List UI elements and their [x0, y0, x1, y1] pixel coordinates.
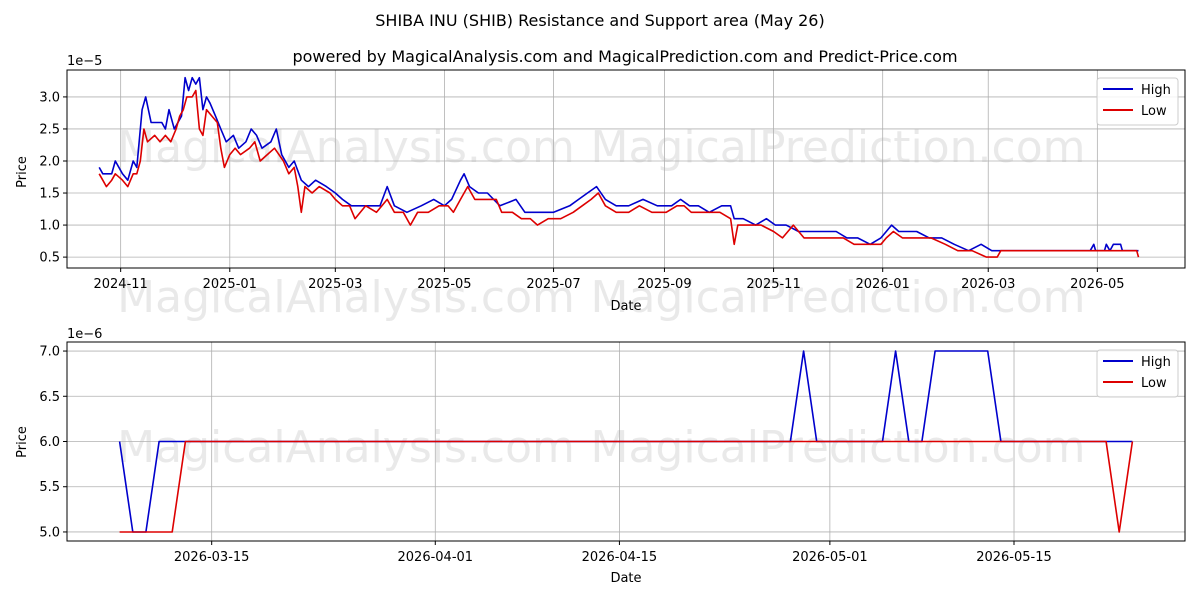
- bottom-y-tick-label: 5.5: [39, 480, 60, 495]
- top-x-axis-label: Date: [610, 299, 641, 314]
- top-y-tick-label: 3.0: [39, 90, 60, 105]
- top-y-tick-label: 2.5: [39, 122, 60, 137]
- top-x-tick-label: 2026-01: [856, 277, 910, 292]
- figure: MagicalAnalysis.com MagicalPrediction.co…: [0, 0, 1200, 600]
- bottom-y-tick-label: 6.5: [39, 390, 60, 405]
- top-x-tick-label: 2025-01: [203, 277, 257, 292]
- bottom-x-axis-label: Date: [610, 571, 641, 586]
- top-x-tick-label: 2025-07: [526, 277, 580, 292]
- bottom-legend-low-label: Low: [1141, 376, 1167, 391]
- bottom-y-tick-label: 5.0: [39, 525, 60, 540]
- top-scale-label: 1e−5: [67, 54, 102, 69]
- figure-title: SHIBA INU (SHIB) Resistance and Support …: [375, 11, 824, 30]
- top-y-axis-label: Price: [15, 156, 30, 188]
- top-legend: High Low: [1096, 77, 1179, 126]
- bottom-scale-label: 1e−6: [67, 327, 102, 342]
- top-y-tick-label: 1.5: [39, 187, 60, 202]
- bottom-y-tick-label: 7.0: [39, 345, 60, 360]
- bottom-y-axis-label: Price: [15, 426, 30, 458]
- top-legend-high-label: High: [1141, 83, 1171, 98]
- bottom-x-tick-label: 2026-04-01: [398, 550, 474, 565]
- top-y-tick-label: 0.5: [39, 251, 60, 266]
- bottom-legend: High Low: [1096, 349, 1179, 398]
- bottom-x-tick-label: 2026-05-15: [976, 550, 1052, 565]
- bottom-y-tick-label: 6.0: [39, 435, 60, 450]
- figure-subtitle: powered by MagicalAnalysis.com and Magic…: [292, 47, 957, 66]
- watermark-bottom-left: MagicalAnalysis.com: [117, 422, 575, 473]
- top-y-tick-label: 2.0: [39, 154, 60, 169]
- top-x-tick-label: 2025-09: [637, 277, 691, 292]
- top-x-tick-label: 2024-11: [93, 277, 147, 292]
- bottom-x-tick-label: 2026-04-15: [582, 550, 658, 565]
- top-y-tick-label: 1.0: [39, 219, 60, 234]
- watermark-top-left: MagicalAnalysis.com: [117, 122, 575, 173]
- top-x-tick-label: 2026-03: [961, 277, 1015, 292]
- top-legend-low-label: Low: [1141, 104, 1167, 119]
- top-x-tick-label: 2025-05: [417, 277, 471, 292]
- bottom-x-tick-label: 2026-03-15: [174, 550, 250, 565]
- top-x-tick-label: 2025-03: [308, 277, 362, 292]
- watermark-bottom-right: MagicalPrediction.com: [591, 422, 1086, 473]
- top-x-tick-label: 2025-11: [746, 277, 800, 292]
- bottom-x-tick-label: 2026-05-01: [792, 550, 868, 565]
- top-x-tick-label: 2026-05: [1070, 277, 1124, 292]
- bottom-legend-high-label: High: [1141, 355, 1171, 370]
